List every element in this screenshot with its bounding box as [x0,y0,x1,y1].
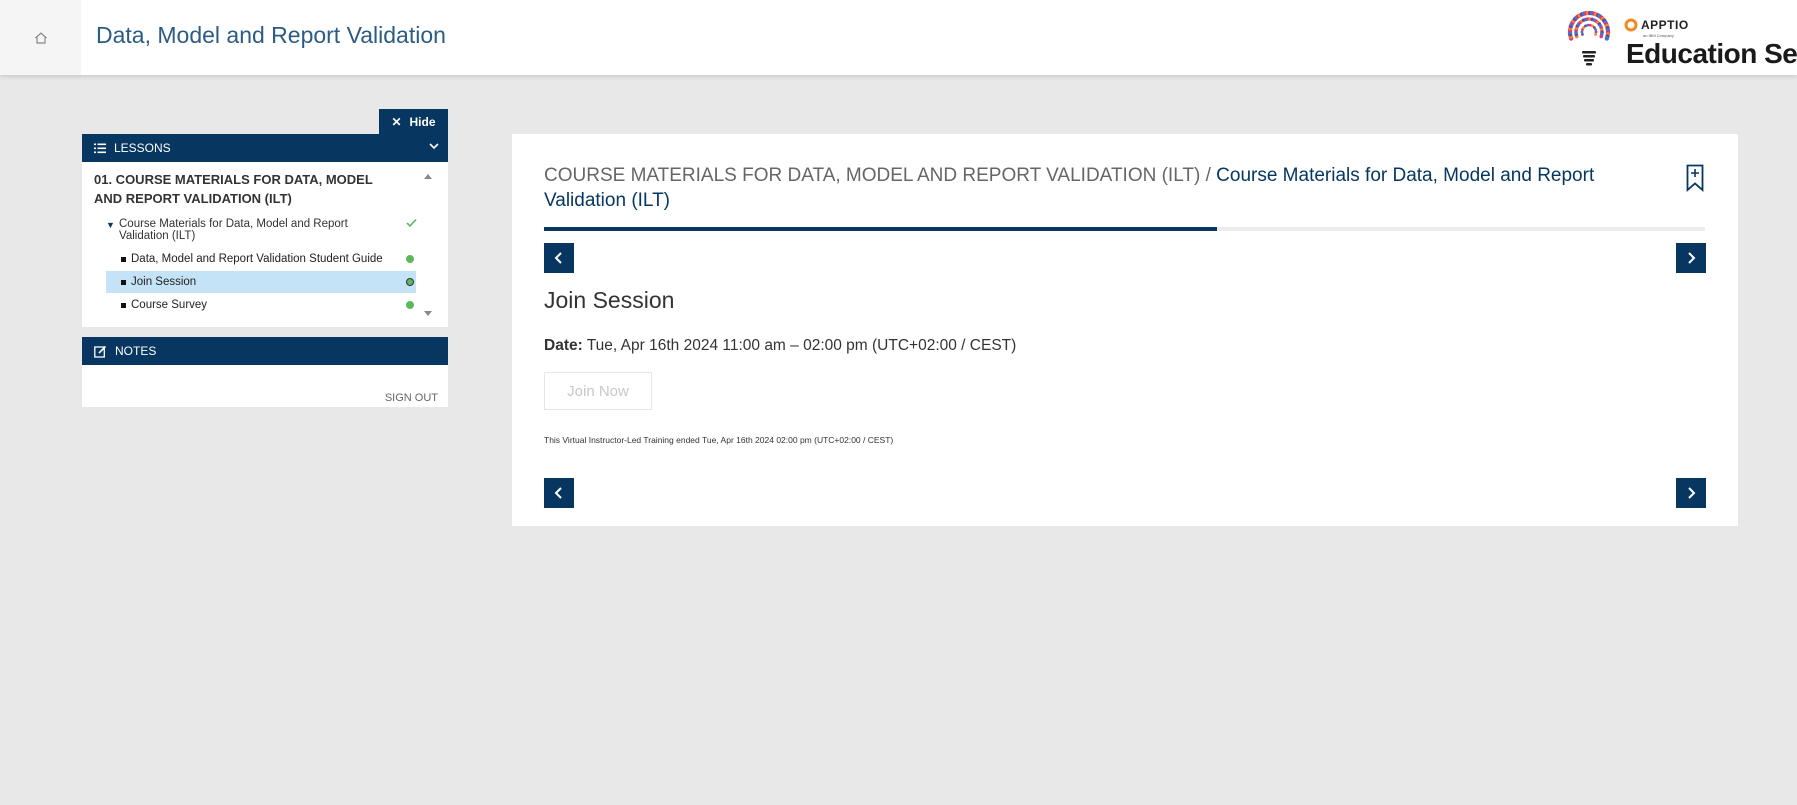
list-item[interactable]: Data, Model and Report Validation Studen… [106,248,416,270]
module-label: Course Materials for Data, Model and Rep… [119,218,348,242]
bullet-icon [121,279,126,285]
chevron-left-icon [554,487,562,499]
progress-bar [544,227,1705,231]
chevron-left-icon [554,252,562,264]
next-button-bottom[interactable] [1676,478,1706,508]
lesson-title[interactable]: 01. COURSE MATERIALS FOR DATA, MODEL AND… [94,170,394,208]
breadcrumb-separator: / [1200,165,1217,186]
education-services-logo: APPTIO an IBM Company Education Services [1560,8,1797,70]
triangle-down-icon: ▼ [106,220,115,230]
status-complete-icon [406,278,414,286]
notes-panel: SIGN OUT [82,365,448,407]
apptio-brand: APPTIO [1624,18,1689,32]
join-now-button[interactable]: Join Now [544,372,652,410]
apptio-text: APPTIO [1641,18,1689,32]
list-item[interactable]: Course Survey [106,294,416,316]
bookmark-add-icon[interactable] [1686,164,1704,192]
lessons-list: 01. COURSE MATERIALS FOR DATA, MODEL AND… [82,162,448,327]
course-title: Data, Model and Report Validation [96,22,446,48]
education-services-text: Education Services [1626,38,1797,69]
bullet-icon [121,302,126,308]
home-icon [34,31,47,44]
top-header: Data, Model and Report Validation APPTIO… [0,0,1797,75]
chevron-down-icon [429,143,439,150]
sign-out-link[interactable]: SIGN OUT [385,392,438,404]
list-item[interactable]: Join Session [106,271,416,293]
status-complete-icon [406,301,414,309]
item-label: Course Survey [131,299,208,311]
previous-button-bottom[interactable] [544,478,574,508]
notes-panel-header[interactable]: NOTES [82,337,448,365]
hide-label: Hide [409,114,436,129]
lightbulb-logo-icon [1567,10,1611,66]
session-date: Date: Tue, Apr 16th 2024 11:00 am – 02:0… [544,337,1016,355]
next-button[interactable] [1676,243,1706,273]
lessons-label: LESSONS [114,141,171,155]
page-title: Join Session [544,287,675,313]
chevron-right-icon [1688,252,1696,264]
hide-sidebar-button[interactable]: ✕ Hide [379,109,448,134]
date-label: Date: [544,337,583,354]
apptio-mark-icon [1624,18,1638,32]
edit-note-icon [94,345,107,358]
notes-label: NOTES [115,344,157,358]
scroll-up-icon[interactable] [423,172,433,180]
chevron-right-icon [1688,487,1696,499]
session-ended-note: This Virtual Instructor-Led Training end… [544,435,894,445]
previous-button[interactable] [544,243,574,273]
checkmark-icon [406,218,417,228]
scroll-down-icon[interactable] [423,310,433,318]
status-complete-icon [406,255,414,263]
item-label: Join Session [131,276,197,288]
close-icon: ✕ [391,114,402,129]
breadcrumb: COURSE MATERIALS FOR DATA, MODEL AND REP… [544,163,1634,213]
item-label: Data, Model and Report Validation Studen… [131,253,383,265]
list-icon [94,143,106,153]
date-value: Tue, Apr 16th 2024 11:00 am – 02:00 pm (… [582,337,1017,354]
progress-fill [544,227,1218,231]
home-button[interactable] [0,0,81,75]
bullet-icon [121,256,126,262]
breadcrumb-parent[interactable]: COURSE MATERIALS FOR DATA, MODEL AND REP… [544,165,1200,186]
content-card: COURSE MATERIALS FOR DATA, MODEL AND REP… [512,134,1738,526]
lessons-panel-header[interactable]: LESSONS [82,134,448,162]
